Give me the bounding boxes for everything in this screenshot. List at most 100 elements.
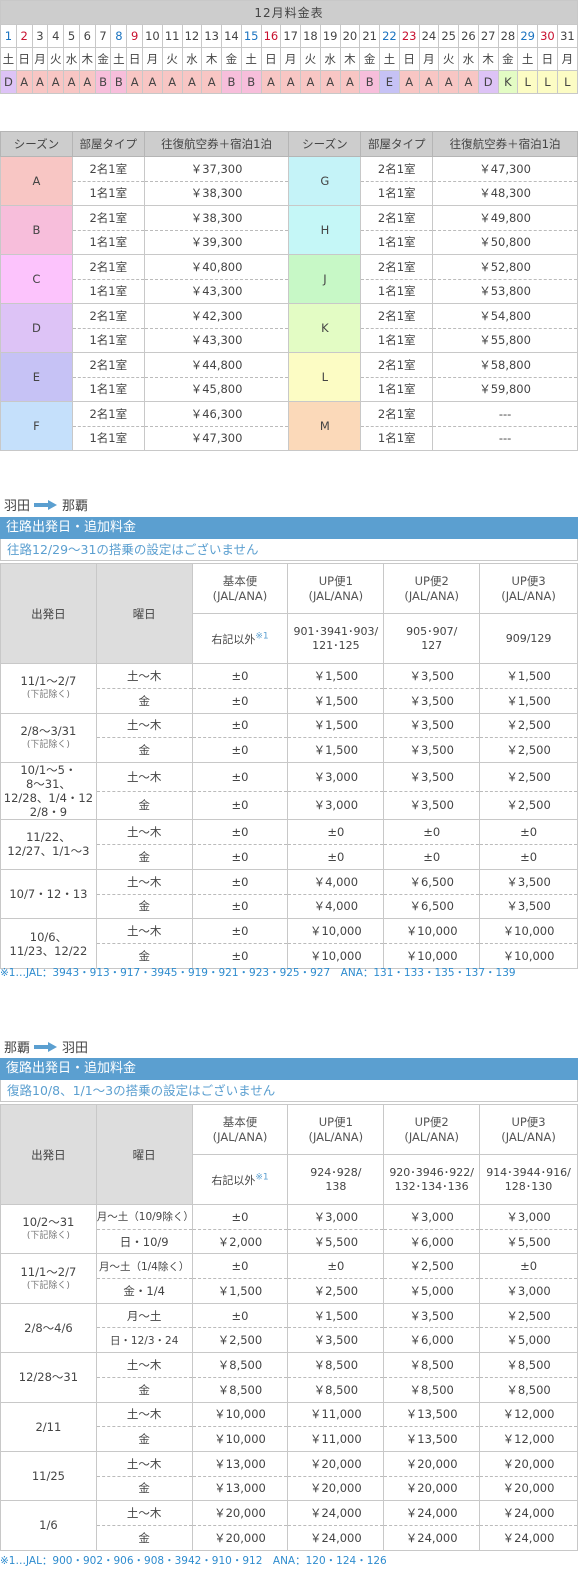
price-value: --- bbox=[432, 401, 578, 427]
calendar-season: D bbox=[0, 70, 17, 94]
flight-numbers-cell: 901･3941･903/ 121･125 bbox=[287, 613, 385, 664]
fare-value: ￥3,500 bbox=[383, 762, 481, 792]
flight-numbers-cell: 924･928/ 138 bbox=[287, 1154, 385, 1205]
fare-value: ±0 bbox=[191, 819, 289, 845]
fare-value: ￥10,000 bbox=[191, 1426, 289, 1452]
dow-header: 曜日 bbox=[95, 563, 193, 664]
day-of-week: 日・10/9 bbox=[95, 1228, 193, 1255]
calendar-day: 22 bbox=[379, 24, 400, 48]
room-type: 1名1室 bbox=[360, 278, 434, 304]
calendar-weekday: 水 bbox=[63, 47, 80, 71]
fare-row: 12/28～31 土～木 ￥8,500 ￥8,500 ￥8,500 ￥8,500 bbox=[0, 1352, 578, 1403]
calendar-day: 17 bbox=[280, 24, 302, 48]
price-row: B 2名1室 ￥38,300 H 2名1室 ￥49,800 bbox=[0, 205, 578, 255]
fare-value: ±0 bbox=[191, 1204, 289, 1230]
calendar-season: A bbox=[458, 70, 479, 94]
room-type: 2名1室 bbox=[360, 156, 434, 182]
price-header: 往復航空券＋宿泊1泊 bbox=[143, 131, 290, 157]
date-range: 11/25 bbox=[31, 1469, 65, 1484]
room-type: 2名1室 bbox=[360, 205, 434, 231]
fare-value: ￥24,000 bbox=[383, 1500, 481, 1526]
fare-value: ￥1,500 bbox=[479, 687, 578, 714]
fare-header-row: 出発日 曜日 基本便 (JAL/ANA) UP便1 (JAL/ANA) UP便2 (JA… bbox=[0, 1104, 578, 1205]
day-of-week: 土～木 bbox=[95, 1352, 193, 1378]
calendar-season: B bbox=[221, 70, 242, 94]
route-to: 羽田 bbox=[62, 1041, 89, 1056]
fare-value: ￥3,500 bbox=[287, 1327, 385, 1354]
calendar-weekday: 日 bbox=[537, 47, 558, 71]
calendar-day: 7 bbox=[94, 24, 112, 48]
fare-row: 11/1～2/7 (下記除く) 土～木 ±0 ￥1,500 ￥3,500 ￥1,500 bbox=[0, 663, 578, 714]
date-range-cell: 1/6 bbox=[0, 1500, 97, 1551]
calendar-season: L bbox=[537, 70, 558, 94]
calendar-season: D bbox=[477, 70, 499, 94]
fare-row: 11/1～2/7 (下記除く) 月～土（1/4除く） ±0 ±0 ￥2,500 ±0 bbox=[0, 1253, 578, 1304]
fare-value: ±0 bbox=[479, 843, 578, 870]
fare-value: ±0 bbox=[479, 1253, 578, 1280]
fare-value: ￥8,500 bbox=[191, 1376, 289, 1403]
price-row: D 2名1室 ￥42,300 K 2名1室 ￥54,800 bbox=[0, 303, 578, 353]
calendar-season: A bbox=[300, 70, 321, 94]
price-header: シーズン bbox=[288, 131, 362, 157]
fare-class-header: UP便2 (JAL/ANA) bbox=[383, 1104, 481, 1155]
day-of-week: 金 bbox=[95, 1426, 193, 1452]
fare-value: ±0 bbox=[383, 819, 481, 845]
date-range: 2/11 bbox=[35, 1419, 62, 1434]
price-row: C 2名1室 ￥40,800 J 2名1室 ￥52,800 bbox=[0, 254, 578, 304]
fare-class-label: UP便3 (JAL/ANA) bbox=[501, 1114, 556, 1144]
calendar-day: 24 bbox=[418, 24, 440, 48]
fare-row: 11/22、 12/27、1/1～3 土～木 ±0 ±0 ±0 ±0 bbox=[0, 819, 578, 870]
fare-value: ￥13,000 bbox=[191, 1475, 289, 1502]
date-range: 2/8～4/6 bbox=[24, 1320, 73, 1335]
calendar-weekday: 金 bbox=[94, 47, 112, 71]
december-calendar: 12月料金表 1 2 3 4 5 6 7 8 9 10 11 12 13 14 15 16 17 18 19 20 21… bbox=[0, 0, 579, 94]
day-of-week: 金 bbox=[95, 737, 193, 764]
price-header: 部屋タイプ bbox=[71, 131, 145, 157]
fare-value: ±0 bbox=[191, 868, 289, 895]
date-range: 2/8～3/31 bbox=[20, 723, 77, 738]
room-type: 1名1室 bbox=[360, 425, 434, 451]
fare-class-header: UP便2 (JAL/ANA) bbox=[383, 563, 481, 614]
room-type: 1名1室 bbox=[71, 180, 145, 206]
fare-value: ￥20,000 bbox=[191, 1500, 289, 1526]
date-range-cell: 10/1～5・ 8～31、 12/28、1/4・12 2/8・9 bbox=[0, 762, 97, 821]
day-of-week: 日・12/3・24 bbox=[95, 1327, 193, 1354]
calendar-day: 12 bbox=[181, 24, 203, 48]
footnote-mark: ※1 bbox=[255, 630, 269, 641]
fare-value: ±0 bbox=[191, 893, 289, 920]
calendar-day: 1 bbox=[0, 24, 17, 48]
room-type: 1名1室 bbox=[71, 278, 145, 304]
fare-class-label: UP便2 (JAL/ANA) bbox=[404, 573, 460, 603]
calendar-season: B bbox=[359, 70, 381, 94]
calendar-season: A bbox=[63, 70, 80, 94]
date-range-cell: 10/7・12・13 bbox=[0, 868, 97, 920]
fare-value: ￥5,000 bbox=[479, 1327, 578, 1354]
price-value: ￥47,300 bbox=[143, 425, 290, 451]
fare-value: ￥11,000 bbox=[287, 1401, 385, 1428]
season-cell: K bbox=[288, 303, 362, 353]
fare-value: ￥2,500 bbox=[191, 1327, 289, 1354]
date-header: 出発日 bbox=[0, 563, 97, 664]
price-value: ￥42,300 bbox=[143, 303, 290, 329]
fare-value: ￥20,000 bbox=[287, 1450, 385, 1477]
calendar-day: 13 bbox=[201, 24, 223, 48]
date-range-note: (下記除く) bbox=[26, 739, 70, 750]
fare-value: ￥8,500 bbox=[383, 1376, 481, 1403]
calendar-day: 19 bbox=[319, 24, 341, 48]
calendar-day: 23 bbox=[398, 24, 420, 48]
day-of-week: 金 bbox=[95, 1376, 193, 1403]
fare-value: ±0 bbox=[191, 712, 289, 739]
inbound-section-bar: 復路出発日・追加料金 bbox=[0, 1058, 578, 1080]
season-cell: M bbox=[288, 401, 362, 451]
calendar-season: A bbox=[319, 70, 341, 94]
calendar-weekday: 土 bbox=[240, 47, 262, 71]
calendar-weekdays-row: 土日月火水木金土日月火水木金土日月火水木金土日月火水木金土日月 bbox=[0, 47, 579, 71]
day-of-week: 土～木 bbox=[95, 1500, 193, 1526]
date-range-cell: 11/22、 12/27、1/1～3 bbox=[0, 819, 97, 870]
fare-value: ±0 bbox=[191, 918, 289, 945]
calendar-seasons-row: DAAAAABBAAAAABBAAAAABEAAAADKLLL bbox=[0, 70, 579, 94]
calendar-day: 25 bbox=[438, 24, 460, 48]
day-of-week: 土～木 bbox=[95, 712, 193, 739]
flight-numbers: 901･3941･903/ 121･125 bbox=[293, 624, 379, 652]
calendar-season: A bbox=[398, 70, 420, 94]
